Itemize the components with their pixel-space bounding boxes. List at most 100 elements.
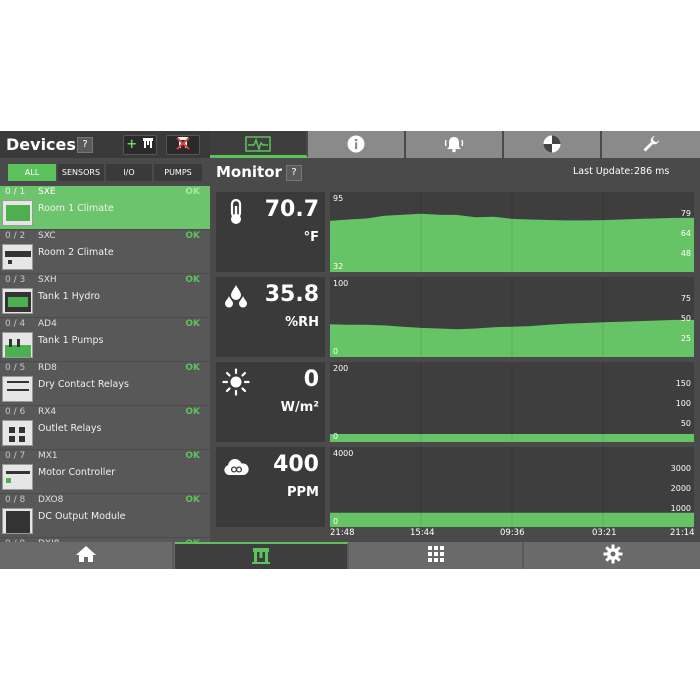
humidity-chart[interactable]: 100 0 75 50 25 [330, 277, 694, 357]
device-thumbnail [2, 464, 33, 490]
nav-devices[interactable] [175, 542, 349, 569]
device-thumbnail [2, 244, 33, 270]
device-code: SXC [38, 231, 56, 241]
device-name: Dry Contact Relays [38, 379, 129, 390]
device-code: MX1 [38, 451, 58, 461]
device-name: Tank 1 Hydro [38, 291, 100, 302]
nav-settings[interactable] [525, 542, 700, 569]
device-code: AD4 [38, 319, 57, 329]
device-row[interactable]: 0 / 2 SXC OK Room 2 Climate [0, 230, 210, 274]
chart-ytick-right: 50 [681, 314, 691, 323]
time-tick: 09:36 [500, 528, 525, 538]
chart-plot: 100 0 75 50 25 [330, 277, 694, 357]
chart-ytick-left: 4000 [333, 449, 353, 458]
chart-ytick-left: 32 [333, 262, 343, 271]
chart-ytick-right: 150 [676, 379, 691, 388]
chart-plot: 200 0 150 100 50 [330, 362, 694, 442]
chart-ytick-left: 200 [333, 364, 348, 373]
device-code: SXE [38, 187, 56, 197]
temperature-tile[interactable]: 70.7 °F [216, 192, 325, 272]
humidity-tile[interactable]: 35.8 %RH [216, 277, 325, 357]
device-code: RX4 [38, 407, 57, 417]
add-device-label: + [126, 137, 138, 152]
device-status: OK [185, 495, 200, 505]
devices-help-button[interactable]: ? [77, 137, 93, 153]
devices-panel: Devices ? + ALL SENSORS I/O PUMPS 0 / 1 S… [0, 131, 210, 542]
co2-tile[interactable]: 400 PPM [216, 447, 325, 527]
device-status: OK [185, 275, 200, 285]
device-code: RD8 [38, 363, 57, 373]
device-status: OK [185, 187, 200, 197]
temperature-value: 70.7 [264, 197, 319, 222]
time-tick: 21:48 [330, 528, 355, 538]
device-row[interactable]: 0 / 5 RD8 OK Dry Contact Relays [0, 362, 210, 406]
device-status: OK [185, 319, 200, 329]
add-device-button[interactable]: + [123, 135, 157, 155]
tab-settings[interactable] [602, 131, 700, 158]
devices-icon [252, 548, 270, 564]
device-row[interactable]: 0 / 7 MX1 OK Motor Controller [0, 450, 210, 494]
light-tile[interactable]: 0 W/m² [216, 362, 325, 442]
last-update-label: Last Update: [573, 166, 634, 177]
chart-ytick-right: 3000 [671, 464, 691, 473]
filter-tab-pumps[interactable]: PUMPS [154, 164, 202, 181]
tab-alarms[interactable] [406, 131, 504, 158]
last-update-value: 286 ms [634, 166, 670, 177]
tab-monitor[interactable] [210, 131, 308, 158]
device-status: OK [185, 407, 200, 417]
bottom-nav [0, 542, 700, 569]
device-name: Motor Controller [38, 467, 116, 478]
tab-info[interactable] [308, 131, 406, 158]
device-row[interactable]: 0 / 6 RX4 OK Outlet Relays [0, 406, 210, 450]
light-chart[interactable]: 200 0 150 100 50 [330, 362, 694, 442]
nav-apps[interactable] [350, 542, 524, 569]
co2-value: 400 [273, 452, 319, 477]
device-thumbnail [2, 332, 33, 358]
settings-gear-icon [603, 544, 622, 564]
chart-ytick-left: 0 [333, 517, 338, 526]
target-icon [543, 135, 561, 153]
device-thumbnail [2, 420, 33, 446]
devices-title: Devices [6, 135, 76, 154]
device-thumbnail [2, 376, 33, 402]
bell-icon [444, 137, 464, 153]
device-name: Room 1 Climate [38, 203, 114, 214]
chart-ytick-right: 50 [681, 419, 691, 428]
chart-ytick-right: 79 [681, 209, 691, 218]
remove-device-button[interactable] [166, 135, 200, 155]
device-index: 0 / 6 [5, 407, 26, 417]
chart-ytick-left: 100 [333, 279, 348, 288]
device-filter-bar: ALL SENSORS I/O PUMPS [0, 158, 210, 186]
monitor-help-button[interactable]: ? [286, 165, 302, 181]
pulse-icon [245, 136, 271, 152]
device-index: 0 / 4 [5, 319, 26, 329]
tab-calibrate[interactable] [504, 131, 602, 158]
humidity-icon [225, 285, 247, 308]
device-name: DC Output Module [38, 511, 126, 522]
device-row[interactable]: 0 / 1 SXE OK Room 1 Climate [0, 186, 210, 230]
wrench-icon [643, 136, 659, 152]
device-row[interactable]: 0 / 4 AD4 OK Tank 1 Pumps [0, 318, 210, 362]
chart-ytick-left: 95 [333, 194, 343, 203]
thermometer-icon [230, 198, 242, 224]
chart-ytick-right: 100 [676, 399, 691, 408]
device-list: 0 / 1 SXE OK Room 1 Climate 0 / 2 SXC OK Room 2… [0, 186, 210, 542]
device-icon [142, 138, 153, 148]
nav-home[interactable] [0, 542, 174, 569]
device-name: Room 2 Climate [38, 247, 114, 258]
chart-ytick-left: 0 [333, 347, 338, 356]
device-name: Tank 1 Pumps [38, 335, 104, 346]
filter-tab-sensors[interactable]: SENSORS [58, 164, 104, 181]
co2-chart[interactable]: 4000 0 3000 2000 1000 [330, 447, 694, 527]
device-row[interactable]: 0 / 8 DXO8 OK DC Output Module [0, 494, 210, 538]
time-axis: 21:48 15:44 09:36 03:21 21:14 [330, 528, 695, 540]
filter-tab-all[interactable]: ALL [8, 164, 56, 181]
filter-tab-io[interactable]: I/O [106, 164, 152, 181]
home-icon [76, 546, 96, 562]
temperature-chart[interactable]: 95 32 79 64 48 [330, 192, 694, 272]
humidity-value: 35.8 [264, 282, 319, 307]
device-code: SXH [38, 275, 57, 285]
device-row[interactable]: 0 / 3 SXH OK Tank 1 Hydro [0, 274, 210, 318]
device-index: 0 / 8 [5, 495, 26, 505]
app-window: Devices ? + ALL SENSORS I/O PUMPS 0 / 1 S… [0, 131, 700, 569]
